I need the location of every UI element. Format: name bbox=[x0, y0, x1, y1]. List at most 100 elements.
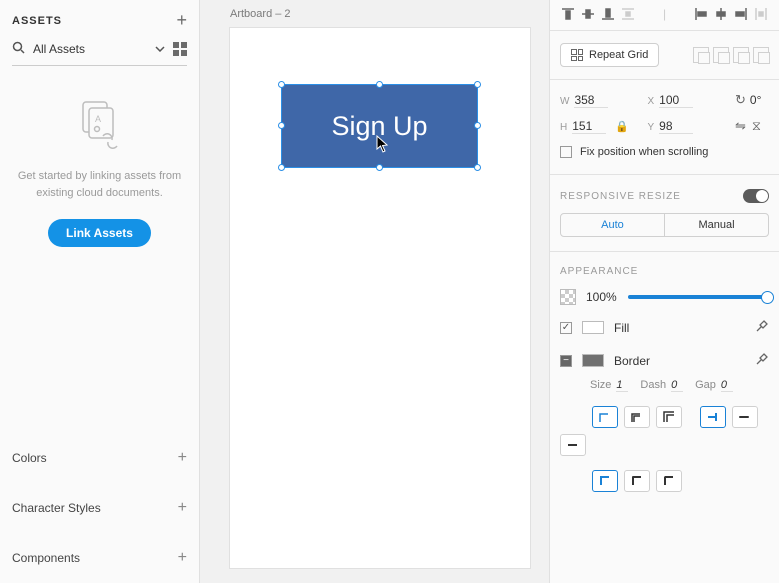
components-label: Components bbox=[12, 551, 80, 565]
search-icon bbox=[12, 41, 25, 57]
border-checkbox[interactable]: − bbox=[560, 355, 572, 367]
grid-view-icon[interactable] bbox=[173, 42, 187, 56]
distribute-v-icon[interactable] bbox=[620, 6, 636, 22]
opacity-row[interactable]: 100% bbox=[550, 283, 779, 311]
x-field[interactable]: X100 bbox=[648, 93, 730, 108]
bool-union-icon[interactable] bbox=[693, 47, 709, 63]
add-component-button[interactable]: + bbox=[178, 549, 187, 567]
asset-search-row[interactable]: All Assets bbox=[0, 37, 199, 65]
boolean-ops bbox=[693, 47, 769, 63]
resize-mode-segment[interactable]: Auto Manual bbox=[560, 213, 769, 237]
align-vcenter-icon[interactable] bbox=[580, 6, 596, 22]
responsive-resize-header: RESPONSIVE RESIZE bbox=[550, 179, 779, 209]
flip-v-icon[interactable]: ⧖ bbox=[752, 118, 761, 134]
resize-handle[interactable] bbox=[376, 164, 383, 171]
assets-empty-state: A Get started by linking assets from exi… bbox=[0, 66, 199, 267]
repeat-grid-icon bbox=[571, 49, 583, 61]
fill-label: Fill bbox=[614, 321, 745, 335]
link-assets-icon: A bbox=[14, 96, 185, 150]
resize-handle[interactable] bbox=[278, 122, 285, 129]
join-row bbox=[550, 466, 779, 502]
assets-title: ASSETS bbox=[12, 15, 62, 27]
resize-handle[interactable] bbox=[278, 81, 285, 88]
cap-round-icon[interactable] bbox=[732, 406, 758, 428]
add-charstyle-button[interactable]: + bbox=[178, 499, 187, 517]
add-color-button[interactable]: + bbox=[178, 449, 187, 467]
character-styles-section[interactable]: Character Styles + bbox=[0, 483, 199, 533]
selected-button-shape[interactable]: Sign Up bbox=[282, 85, 477, 167]
border-dash-field[interactable]: Dash0 bbox=[640, 379, 683, 392]
border-size-field[interactable]: Size1 bbox=[590, 379, 628, 392]
border-props: Size1 Dash0 Gap0 bbox=[550, 377, 779, 402]
align-hcenter-icon[interactable] bbox=[713, 6, 729, 22]
add-asset-button[interactable]: + bbox=[176, 10, 187, 31]
asset-filter-label: All Assets bbox=[33, 42, 147, 56]
components-section[interactable]: Components + bbox=[0, 533, 199, 583]
rotate-icon[interactable]: ↻ bbox=[735, 92, 746, 108]
bool-subtract-icon[interactable] bbox=[713, 47, 729, 63]
resize-handle[interactable] bbox=[474, 81, 481, 88]
eyedropper-icon[interactable] bbox=[755, 352, 769, 369]
border-label: Border bbox=[614, 354, 745, 368]
colors-section[interactable]: Colors + bbox=[0, 433, 199, 483]
opacity-swatch-icon bbox=[560, 289, 576, 305]
svg-text:A: A bbox=[95, 114, 101, 124]
flip-h-icon[interactable]: ⇋ bbox=[735, 118, 746, 134]
bool-intersect-icon[interactable] bbox=[733, 47, 749, 63]
align-left-icon[interactable] bbox=[693, 6, 709, 22]
join-bevel-icon[interactable] bbox=[656, 470, 682, 492]
assets-panel: ASSETS + All Assets A Get started by lin… bbox=[0, 0, 200, 583]
colors-label: Colors bbox=[12, 451, 47, 465]
fix-position-label: Fix position when scrolling bbox=[580, 146, 708, 158]
repeat-grid-button[interactable]: Repeat Grid bbox=[560, 43, 659, 67]
stroke-inner-icon[interactable] bbox=[592, 406, 618, 428]
transform-section: W358 X100 ↻ 0° H151🔒 Y98 ⇋ ⧖ bbox=[550, 84, 779, 138]
artboard[interactable]: Sign Up bbox=[230, 28, 530, 568]
responsive-toggle[interactable] bbox=[743, 189, 769, 203]
rotation-value[interactable]: 0° bbox=[750, 93, 761, 107]
resize-manual[interactable]: Manual bbox=[664, 214, 768, 236]
height-field[interactable]: H151🔒 bbox=[560, 119, 642, 134]
fix-position-checkbox[interactable] bbox=[560, 146, 572, 158]
opacity-value[interactable]: 100% bbox=[586, 290, 618, 304]
fill-swatch[interactable] bbox=[582, 321, 604, 334]
shape-text: Sign Up bbox=[331, 111, 427, 142]
empty-text-line2: existing cloud documents. bbox=[14, 185, 185, 202]
chevron-down-icon[interactable] bbox=[155, 44, 165, 55]
link-assets-button[interactable]: Link Assets bbox=[48, 219, 151, 247]
cap-square-icon[interactable] bbox=[560, 434, 586, 456]
align-top-icon[interactable] bbox=[560, 6, 576, 22]
lock-icon[interactable]: 🔒 bbox=[615, 120, 629, 133]
cap-butt-icon[interactable] bbox=[700, 406, 726, 428]
y-field[interactable]: Y98 bbox=[648, 119, 730, 134]
border-gap-field[interactable]: Gap0 bbox=[695, 379, 733, 392]
align-toolbar: | bbox=[550, 0, 779, 26]
canvas[interactable]: Artboard – 2 Sign Up bbox=[200, 0, 549, 583]
distribute-h-icon[interactable] bbox=[753, 6, 769, 22]
resize-auto[interactable]: Auto bbox=[561, 214, 664, 236]
stroke-center-icon[interactable] bbox=[624, 406, 650, 428]
bool-exclude-icon[interactable] bbox=[753, 47, 769, 63]
join-round-icon[interactable] bbox=[624, 470, 650, 492]
width-field[interactable]: W358 bbox=[560, 93, 642, 108]
repeat-grid-label: Repeat Grid bbox=[589, 49, 648, 61]
empty-text-line1: Get started by linking assets from bbox=[14, 168, 185, 185]
join-miter-icon[interactable] bbox=[592, 470, 618, 492]
fill-checkbox[interactable]: ✓ bbox=[560, 322, 572, 334]
artboard-name[interactable]: Artboard – 2 bbox=[230, 8, 291, 20]
inspector-panel: | Repeat Grid W358 X100 ↻ 0° H151🔒 Y98 ⇋… bbox=[549, 0, 779, 583]
border-swatch[interactable] bbox=[582, 354, 604, 367]
align-bottom-icon[interactable] bbox=[600, 6, 616, 22]
resize-handle[interactable] bbox=[376, 81, 383, 88]
resize-handle[interactable] bbox=[474, 164, 481, 171]
stroke-outer-icon[interactable] bbox=[656, 406, 682, 428]
align-right-icon[interactable] bbox=[733, 6, 749, 22]
opacity-slider[interactable] bbox=[628, 295, 769, 299]
eyedropper-icon[interactable] bbox=[755, 319, 769, 336]
fix-position-row[interactable]: Fix position when scrolling bbox=[550, 138, 779, 170]
fill-row: ✓ Fill bbox=[550, 311, 779, 344]
charstyles-label: Character Styles bbox=[12, 501, 101, 515]
stroke-align-row bbox=[550, 402, 779, 466]
resize-handle[interactable] bbox=[278, 164, 285, 171]
resize-handle[interactable] bbox=[474, 122, 481, 129]
